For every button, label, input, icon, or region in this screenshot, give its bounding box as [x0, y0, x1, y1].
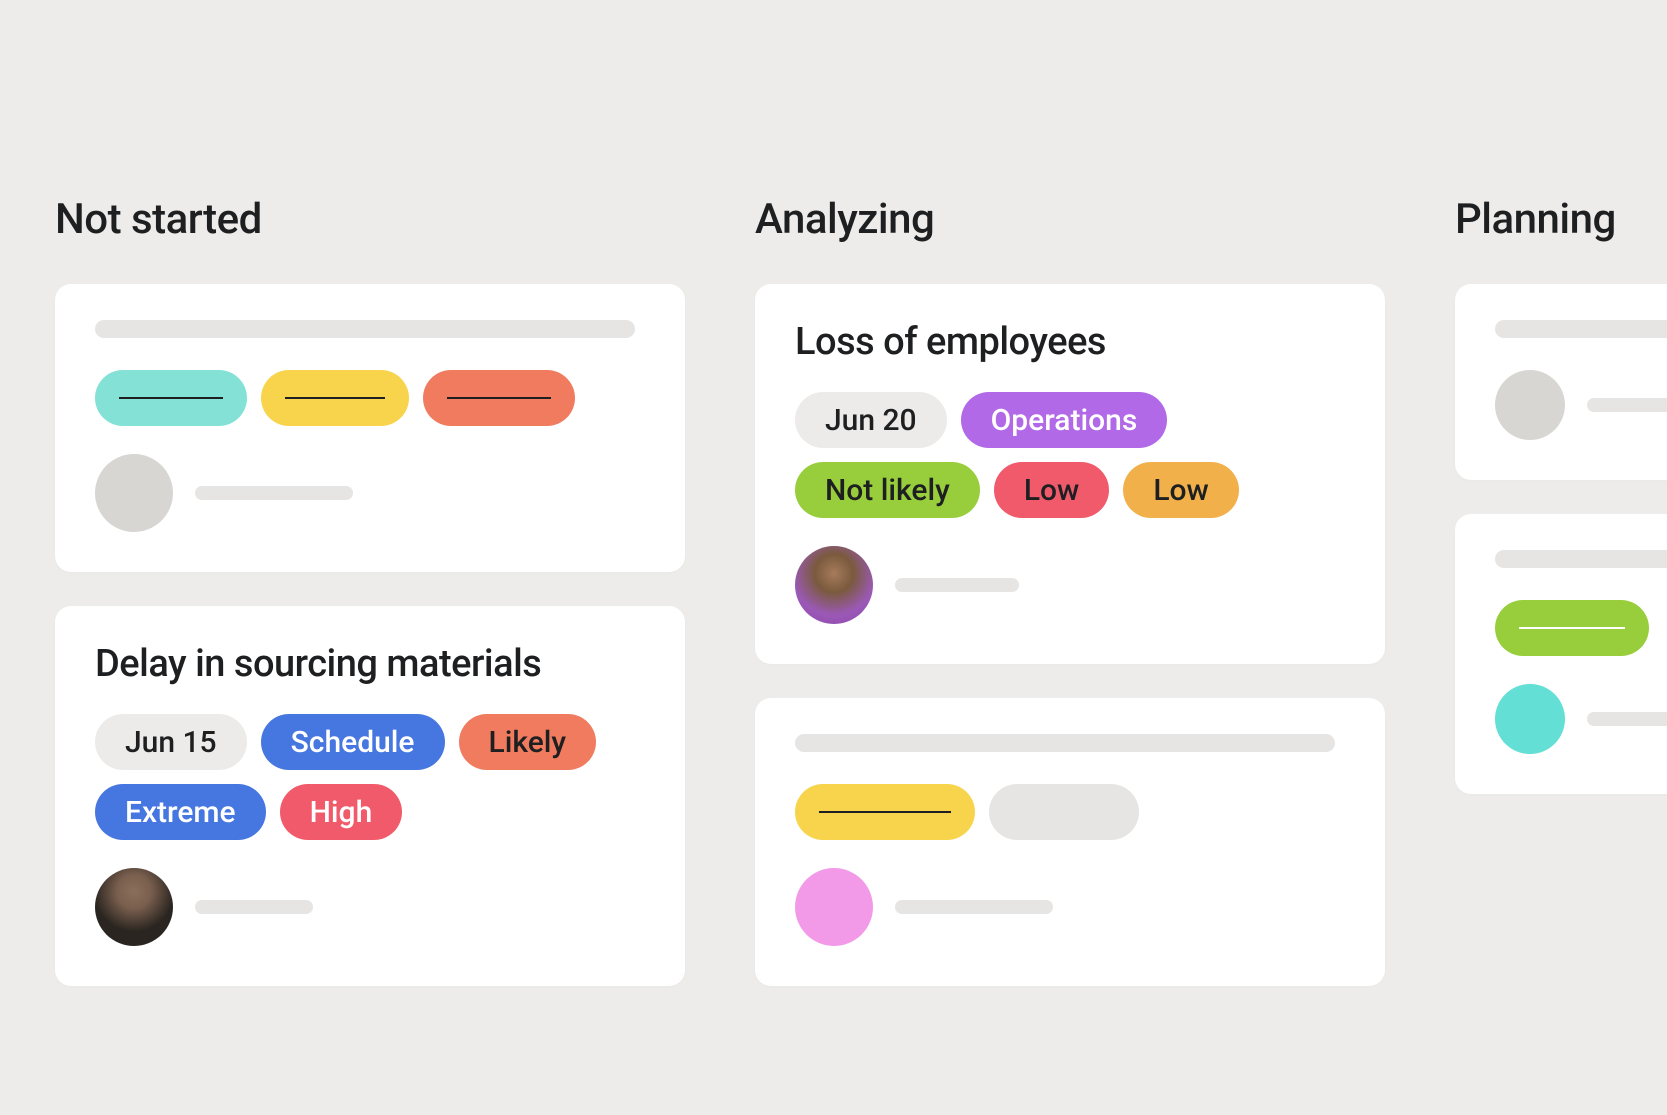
- footer-text-placeholder: [1587, 398, 1667, 412]
- tag-placeholder: [423, 370, 575, 426]
- title-placeholder: [95, 320, 635, 338]
- tag-placeholder: [1495, 600, 1649, 656]
- category-tag[interactable]: Operations: [961, 392, 1168, 448]
- card-footer: [95, 868, 645, 946]
- tag-placeholder: [261, 370, 409, 426]
- column-title: Not started: [55, 195, 685, 244]
- kanban-board: Not started Delay in sourcing materials …: [0, 0, 1667, 1020]
- title-placeholder: [1495, 320, 1667, 338]
- card-footer: [1495, 370, 1667, 440]
- column-not-started: Not started Delay in sourcing materials …: [55, 195, 685, 1020]
- avatar-placeholder: [1495, 370, 1565, 440]
- task-card-placeholder[interactable]: [1455, 514, 1667, 794]
- column-title: Planning: [1455, 195, 1667, 244]
- column-analyzing: Analyzing Loss of employees Jun 20 Opera…: [755, 195, 1385, 1020]
- card-footer: [95, 454, 645, 532]
- tag-row: [95, 370, 645, 426]
- avatar-placeholder: [795, 868, 873, 946]
- severity-tag[interactable]: Low: [994, 462, 1110, 518]
- card-footer: [795, 546, 1345, 624]
- column-planning: Planning: [1455, 195, 1667, 1020]
- footer-text-placeholder: [195, 900, 313, 914]
- assignee-avatar[interactable]: [95, 868, 173, 946]
- tag-row: Jun 20 Operations Not likely Low Low: [795, 392, 1345, 518]
- task-title: Loss of employees: [795, 320, 1345, 364]
- footer-text-placeholder: [1587, 712, 1667, 726]
- likelihood-tag[interactable]: Not likely: [795, 462, 980, 518]
- date-tag[interactable]: Jun 15: [95, 714, 247, 770]
- footer-text-placeholder: [195, 486, 353, 500]
- task-card-placeholder[interactable]: [755, 698, 1385, 986]
- title-placeholder: [795, 734, 1335, 752]
- title-placeholder: [1495, 550, 1667, 568]
- assignee-avatar[interactable]: [795, 546, 873, 624]
- priority-tag[interactable]: Low: [1123, 462, 1239, 518]
- tag-row: [1495, 600, 1667, 656]
- footer-text-placeholder: [895, 900, 1053, 914]
- avatar-placeholder: [95, 454, 173, 532]
- card-footer: [795, 868, 1345, 946]
- date-tag[interactable]: Jun 20: [795, 392, 947, 448]
- tag-placeholder: [95, 370, 247, 426]
- task-title: Delay in sourcing materials: [95, 642, 645, 686]
- category-tag[interactable]: Schedule: [261, 714, 445, 770]
- card-footer: [1495, 684, 1667, 754]
- task-card-placeholder[interactable]: [55, 284, 685, 572]
- likelihood-tag[interactable]: Likely: [459, 714, 597, 770]
- task-card[interactable]: Loss of employees Jun 20 Operations Not …: [755, 284, 1385, 664]
- avatar-placeholder: [1495, 684, 1565, 754]
- tag-row: [795, 784, 1345, 840]
- column-title: Analyzing: [755, 195, 1385, 244]
- task-card[interactable]: Delay in sourcing materials Jun 15 Sched…: [55, 606, 685, 986]
- task-card-placeholder[interactable]: [1455, 284, 1667, 480]
- severity-tag[interactable]: Extreme: [95, 784, 266, 840]
- tag-placeholder: [795, 784, 975, 840]
- footer-text-placeholder: [895, 578, 1019, 592]
- tag-placeholder: [989, 784, 1139, 840]
- tag-row: Jun 15 Schedule Likely Extreme High: [95, 714, 645, 840]
- priority-tag[interactable]: High: [280, 784, 403, 840]
